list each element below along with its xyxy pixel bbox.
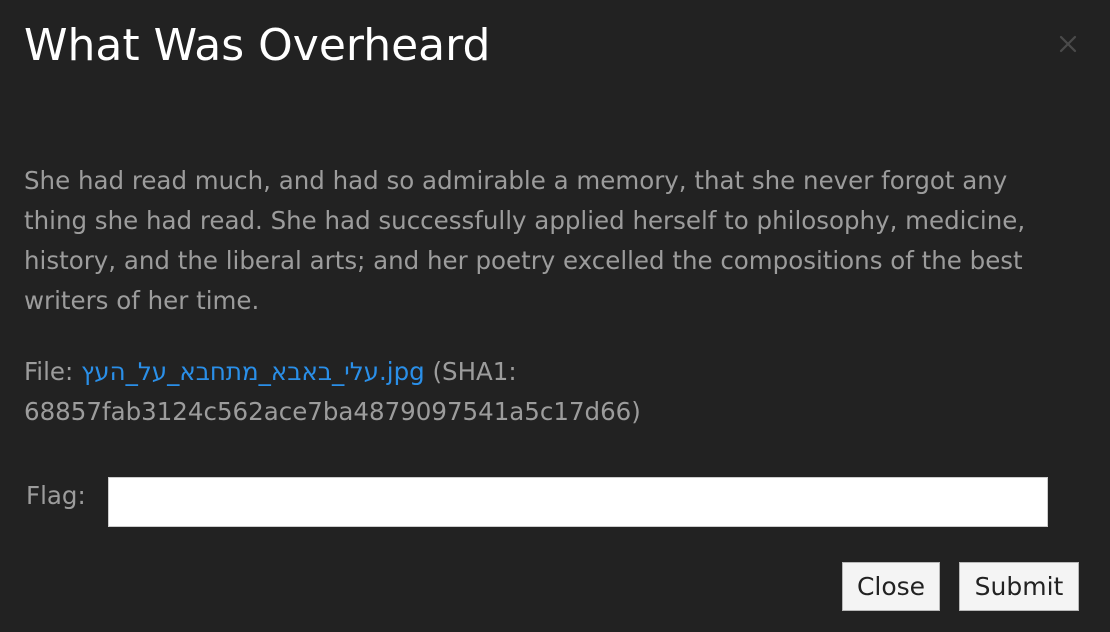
flag-label: Flag:	[26, 481, 86, 510]
file-download-link[interactable]: עלי_באבא_מתחבא_על_העץ.jpg	[81, 357, 425, 386]
file-prefix: File:	[24, 357, 82, 386]
submit-button[interactable]: Submit	[959, 562, 1079, 611]
close-icon[interactable]	[1056, 32, 1080, 56]
challenge-description: She had read much, and had so admirable …	[24, 166, 1026, 315]
dialog-title: What Was Overheard	[24, 20, 491, 71]
challenge-dialog: What Was Overheard She had read much, an…	[0, 0, 1110, 632]
close-button[interactable]: Close	[842, 562, 940, 611]
flag-input[interactable]	[108, 477, 1048, 527]
file-info: File: עלי_באבא_מתחבא_על_העץ.jpg (SHA1: 6…	[24, 352, 1064, 432]
